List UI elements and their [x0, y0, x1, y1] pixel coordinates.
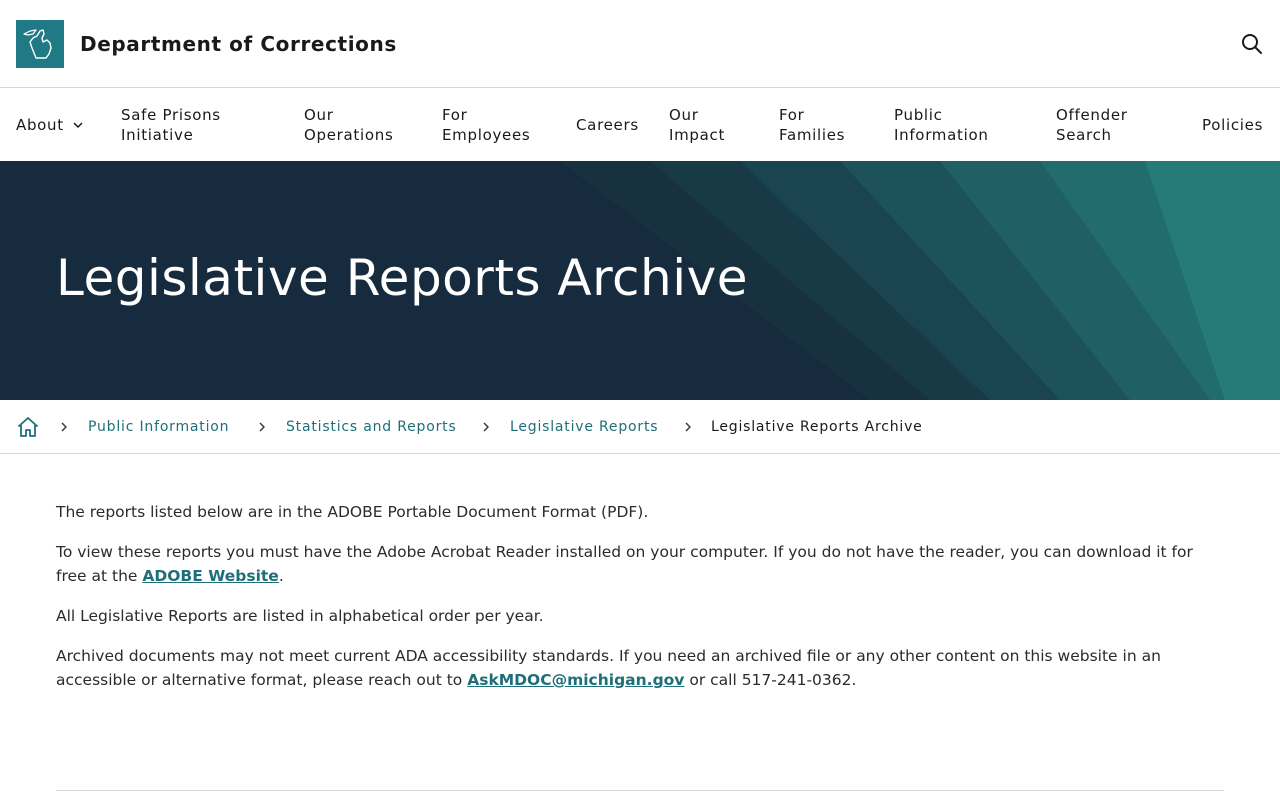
chevron-right-icon [259, 422, 265, 432]
michigan-state-icon[interactable] [16, 20, 64, 68]
reader-paragraph: To view these reports you must have the … [56, 540, 1226, 588]
nav-item-offender-search[interactable]: Offender Search [1056, 89, 1128, 161]
nav-item-for-employees[interactable]: For Employees [442, 89, 530, 161]
order-paragraph: All Legislative Reports are listed in al… [56, 607, 544, 625]
site-title[interactable]: Department of Corrections [80, 32, 397, 56]
paragraph-text: . [278, 567, 284, 585]
intro-paragraph: The reports listed below are in the ADOB… [56, 503, 649, 521]
nav-label: Public [894, 106, 943, 124]
chevron-right-icon [483, 422, 489, 432]
nav-item-for-families[interactable]: For Families [779, 89, 845, 161]
chevron-right-icon [685, 422, 691, 432]
nav-label: For [779, 106, 805, 124]
nav-label: Information [894, 126, 989, 144]
section-divider [56, 790, 1224, 791]
hero-banner: Legislative Reports Archive [0, 161, 1280, 400]
home-icon[interactable] [16, 415, 40, 439]
main-content: The reports listed below are in the ADOB… [56, 500, 1226, 708]
nav-item-public-information[interactable]: Public Information [894, 89, 989, 161]
nav-label: Our [669, 106, 699, 124]
site-header: Department of Corrections [0, 0, 1280, 88]
breadcrumb: Public Information Statistics and Report… [0, 400, 1280, 454]
nav-label: About [16, 116, 64, 134]
breadcrumb-public-information[interactable]: Public Information [88, 400, 229, 454]
breadcrumb-legislative-reports[interactable]: Legislative Reports [510, 400, 658, 454]
nav-item-safe-prisons-initiative[interactable]: Safe Prisons Initiative [121, 89, 221, 161]
nav-label: Offender [1056, 106, 1128, 124]
nav-label: Search [1056, 126, 1112, 144]
nav-item-about[interactable]: About [16, 89, 84, 161]
nav-label: Careers [576, 116, 639, 134]
nav-item-our-impact[interactable]: Our Impact [669, 89, 725, 161]
paragraph-text: or call 517-241-0362. [684, 671, 857, 689]
nav-label: Safe Prisons [121, 106, 221, 124]
adobe-website-link[interactable]: ADOBE Website [142, 567, 278, 585]
breadcrumb-current: Legislative Reports Archive [711, 419, 923, 435]
nav-label: Our [304, 106, 334, 124]
page-title: Legislative Reports Archive [56, 249, 748, 307]
nav-label: Operations [304, 126, 394, 144]
main-navigation: About Safe Prisons Initiative Our Operatio… [0, 89, 1280, 161]
breadcrumb-statistics-and-reports[interactable]: Statistics and Reports [286, 400, 457, 454]
chevron-down-icon [73, 122, 83, 129]
nav-item-policies[interactable]: Policies [1202, 89, 1263, 161]
nav-item-our-operations[interactable]: Our Operations [304, 89, 393, 161]
nav-label: For [442, 106, 468, 124]
chevron-right-icon [61, 422, 67, 432]
accessibility-paragraph: Archived documents may not meet current … [56, 644, 1226, 692]
nav-item-careers[interactable]: Careers [576, 89, 639, 161]
nav-label: Families [779, 126, 846, 144]
nav-label: Impact [669, 126, 726, 144]
nav-label: Policies [1202, 116, 1264, 134]
nav-label: Employees [442, 126, 531, 144]
search-icon[interactable] [1240, 32, 1264, 56]
nav-label: Initiative [121, 126, 194, 144]
email-link[interactable]: AskMDOC@michigan.gov [467, 671, 684, 689]
